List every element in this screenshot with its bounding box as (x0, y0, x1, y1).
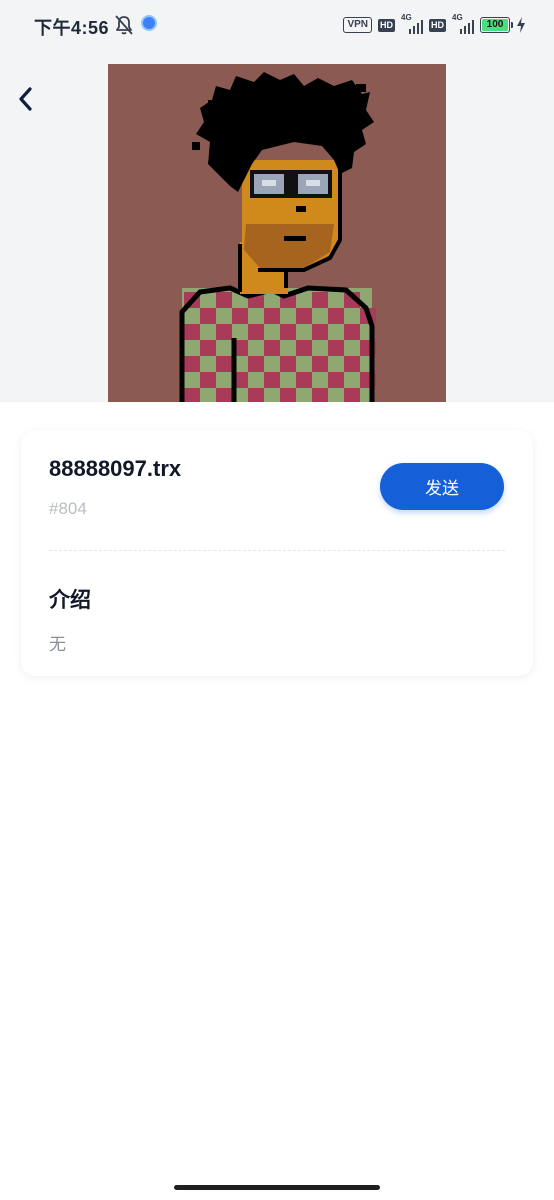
home-indicator[interactable] (174, 1185, 380, 1190)
intro-text: 无 (49, 635, 66, 654)
dashed-divider (49, 550, 505, 551)
nft-name: 88888097.trx (49, 456, 182, 481)
nft-image (108, 64, 446, 402)
signal-icon: 4G (401, 13, 423, 34)
vpn-badge: VPN (343, 17, 372, 33)
lightning-icon (517, 17, 525, 33)
send-button[interactable]: 发送 (380, 463, 504, 510)
signal-icon: 4G (452, 13, 474, 34)
chevron-left-icon (19, 87, 32, 111)
app-notification-icon (141, 15, 157, 31)
status-time: 下午4:56 (34, 18, 110, 38)
hd-badge: HD (429, 18, 446, 32)
nft-token-id: #804 (49, 499, 87, 518)
status-bar: 下午4:56 VPN HD 4G HD 4G 100 (0, 0, 554, 52)
status-indicators: VPN HD 4G HD 4G 100 (343, 13, 526, 36)
intro-heading: 介绍 (49, 589, 91, 612)
battery-icon: 100 (480, 17, 513, 33)
bell-off-icon (115, 15, 133, 35)
pixel-avatar-image (108, 64, 446, 402)
back-button[interactable] (10, 82, 40, 116)
hd-badge: HD (378, 18, 395, 32)
nft-info-card: 88888097.trx #804 发送 介绍 无 (21, 430, 533, 676)
battery-level: 100 (486, 19, 504, 30)
